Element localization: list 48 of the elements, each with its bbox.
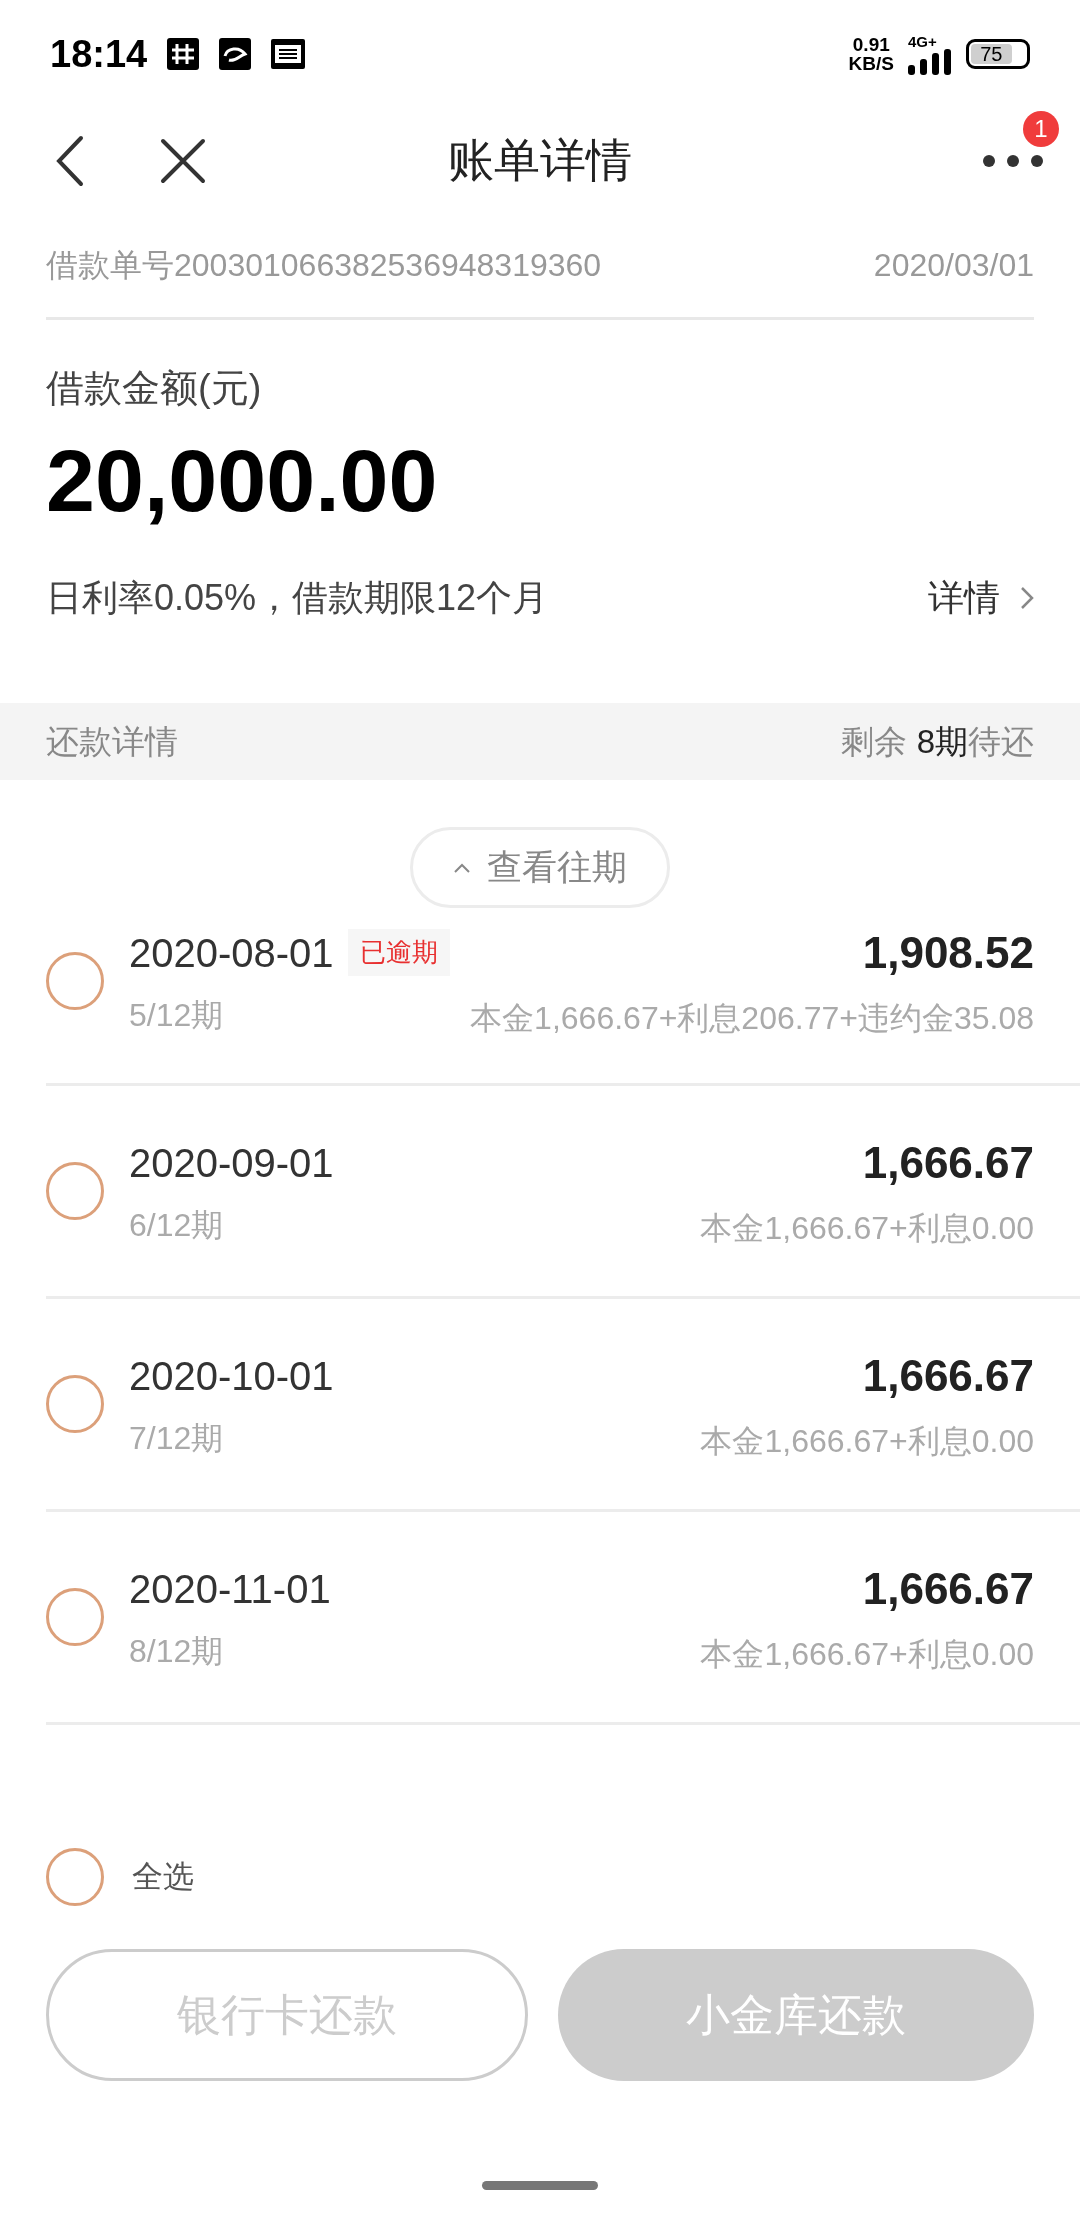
- amount-label: 借款金额(元): [46, 366, 263, 411]
- loan-date: 2020/03/01: [873, 246, 1034, 285]
- amount-breakdown: 本金1,666.67+利息0.00: [700, 1209, 1034, 1248]
- app-icon: [219, 38, 252, 70]
- app-icon: [167, 38, 200, 70]
- signal-icon: [908, 48, 952, 75]
- caret-up-icon: [453, 861, 471, 874]
- chevron-right-icon: [1020, 586, 1034, 610]
- checkbox[interactable]: [46, 1375, 104, 1433]
- period-label: 5/12期: [129, 995, 225, 1035]
- loan-terms: 日利率0.05%，借款期限12个月: [46, 576, 549, 620]
- amount-breakdown: 本金1,666.67+利息0.00: [700, 1635, 1034, 1674]
- network-type: 4G+: [908, 33, 937, 49]
- app-icon: [271, 39, 306, 69]
- overdue-tag: 已逾期: [347, 929, 450, 976]
- period-label: 6/12期: [129, 1206, 225, 1245]
- remaining-periods: 剩余 8期待还: [841, 721, 1034, 762]
- select-all-label[interactable]: 全选: [132, 1853, 194, 1901]
- due-date: 2020-08-01: [129, 929, 334, 977]
- period-label: 8/12期: [129, 1632, 225, 1671]
- history-button[interactable]: 查看往期: [410, 827, 670, 908]
- amount-breakdown: 本金1,666.67+利息206.77+违约金35.08: [470, 998, 1034, 1038]
- page-title: 账单详情: [448, 133, 632, 188]
- installment-amount: 1,908.52: [862, 926, 1034, 979]
- more-icon[interactable]: [981, 152, 1045, 169]
- checkbox[interactable]: [46, 1588, 104, 1646]
- checkbox[interactable]: [46, 1162, 104, 1220]
- notification-badge: 1: [1023, 110, 1059, 147]
- speed-unit: KB/S: [848, 54, 894, 73]
- detail-link[interactable]: 详情: [928, 571, 1034, 625]
- section-title: 还款详情: [46, 721, 178, 762]
- status-time: 18:14: [50, 31, 148, 77]
- speed-value: 0.91: [852, 35, 890, 54]
- period-label: 7/12期: [129, 1419, 225, 1458]
- loan-number: 借款单号200301066382536948319360: [46, 246, 602, 285]
- checkbox[interactable]: [46, 951, 104, 1010]
- back-icon[interactable]: [55, 134, 85, 187]
- loan-amount: 20,000.00: [46, 437, 439, 525]
- due-date: 2020-11-01: [129, 1566, 331, 1613]
- installment-amount: 1,666.67: [862, 1350, 1034, 1402]
- close-icon[interactable]: [160, 137, 206, 184]
- amount-breakdown: 本金1,666.67+利息0.00: [700, 1422, 1034, 1461]
- checkbox[interactable]: [46, 1848, 104, 1906]
- due-date: 2020-09-01: [129, 1140, 334, 1187]
- installment-amount: 1,666.67: [862, 1137, 1034, 1189]
- battery-level: 75: [980, 44, 1003, 64]
- due-date: 2020-10-01: [129, 1353, 334, 1400]
- installment-amount: 1,666.67: [862, 1563, 1034, 1615]
